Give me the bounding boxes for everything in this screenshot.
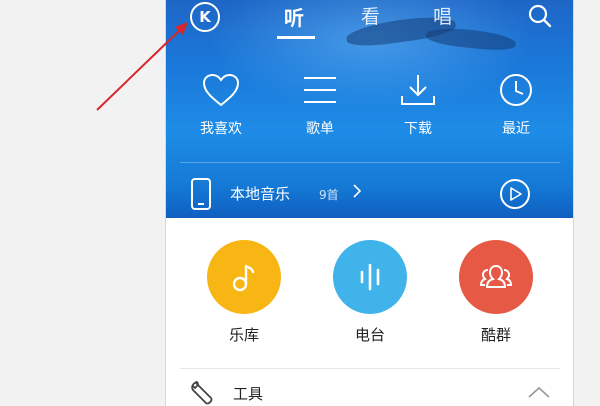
phone-icon — [191, 178, 211, 210]
quick-action-recent[interactable]: 最近 — [476, 72, 556, 138]
quick-action-label: 歌单 — [306, 121, 334, 137]
play-all-button[interactable] — [500, 179, 530, 209]
heart-icon — [202, 73, 240, 107]
feature-music-library[interactable]: 乐库 — [204, 240, 284, 345]
quick-action-downloads[interactable]: 下载 — [378, 72, 458, 138]
tab-listen[interactable]: 听 — [284, 2, 304, 31]
active-tab-indicator — [277, 36, 315, 39]
chevron-right-icon — [353, 184, 362, 198]
tab-sing[interactable]: 唱 — [433, 2, 452, 29]
tools-row[interactable]: 工具 — [166, 370, 573, 406]
list-icon — [304, 77, 336, 103]
top-tabs: 听 看 唱 — [166, 2, 573, 39]
app-window: K 听 看 唱 我喜欢 歌单 下载 最近 本地音乐 9首 乐库 电台 酷群 工具 — [165, 0, 574, 406]
quick-action-label: 最近 — [502, 121, 530, 137]
feature-label: 乐库 — [228, 326, 259, 344]
header-banner: K 听 看 唱 我喜欢 歌单 下载 最近 本地音乐 9首 — [166, 0, 573, 218]
clock-icon — [500, 74, 532, 106]
search-button[interactable] — [527, 3, 553, 29]
quick-action-playlists[interactable]: 歌单 — [280, 72, 360, 138]
local-music-row[interactable]: 本地音乐 9首 — [166, 163, 573, 218]
divider — [180, 368, 560, 369]
chevron-up-icon[interactable] — [528, 386, 550, 398]
music-note-icon — [232, 264, 255, 292]
feature-radio[interactable]: 电台 — [330, 240, 410, 345]
quick-action-label: 下载 — [404, 121, 432, 137]
tools-label: 工具 — [233, 385, 264, 403]
group-icon — [479, 264, 513, 288]
feature-label: 酷群 — [480, 326, 511, 344]
local-music-label: 本地音乐 — [230, 185, 291, 203]
feature-group[interactable]: 酷群 — [456, 240, 536, 345]
play-icon — [510, 187, 522, 201]
feature-icon-circle — [459, 240, 533, 314]
radio-wave-icon — [360, 263, 380, 291]
tab-watch[interactable]: 看 — [361, 2, 380, 29]
search-icon — [528, 4, 552, 28]
feature-label: 电台 — [354, 326, 385, 344]
wrench-icon — [191, 381, 213, 405]
local-music-count: 9首 — [319, 188, 339, 202]
feature-icon-circle — [333, 240, 407, 314]
quick-action-favorites[interactable]: 我喜欢 — [181, 72, 261, 138]
quick-action-label: 我喜欢 — [200, 121, 242, 137]
feature-icon-circle — [207, 240, 281, 314]
download-icon — [401, 75, 435, 105]
